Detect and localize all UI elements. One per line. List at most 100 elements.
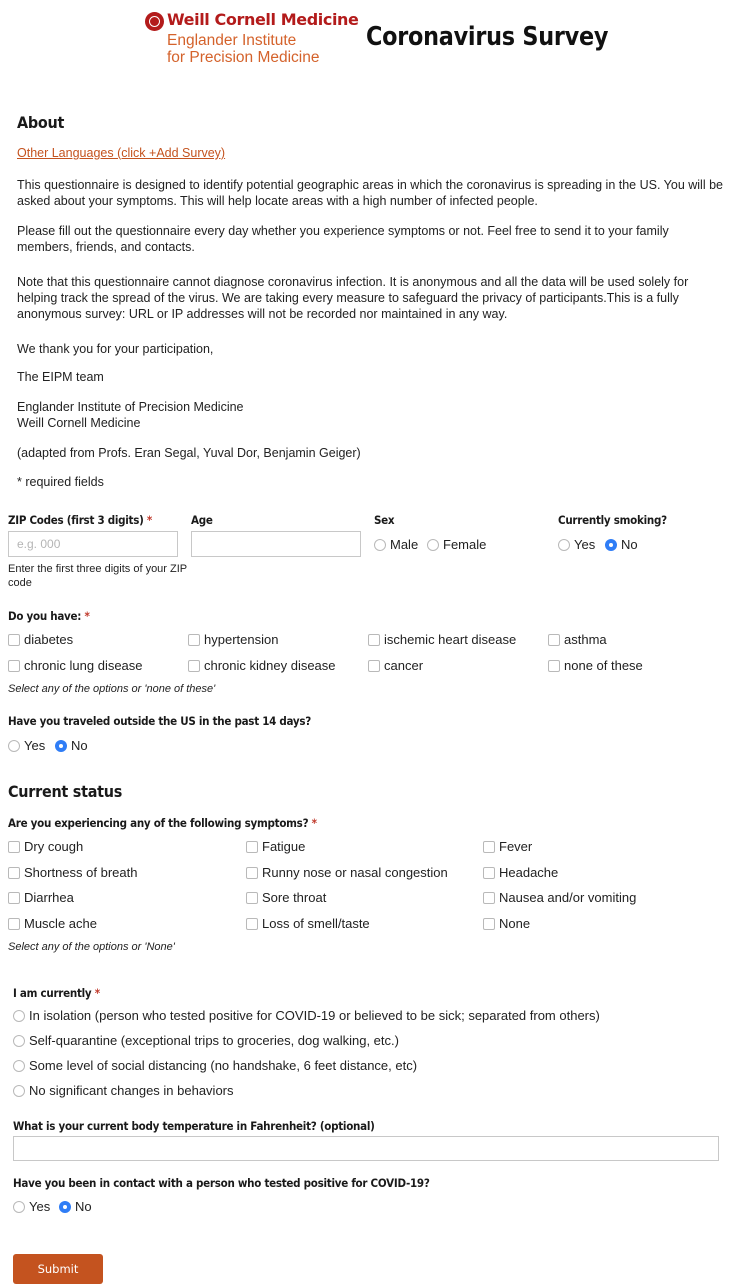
radio-icon[interactable] <box>13 1200 25 1213</box>
about-credits: (adapted from Profs. Eran Segal, Yuval D… <box>17 446 361 460</box>
checkbox-icon[interactable] <box>8 840 20 853</box>
checkbox-icon[interactable] <box>246 891 258 904</box>
radio-icon[interactable] <box>427 538 439 551</box>
zip-label: ZIP Codes (first 3 digits) * <box>8 513 153 527</box>
radio-icon[interactable] <box>13 1009 25 1022</box>
radio-icon[interactable] <box>13 1059 25 1072</box>
temperature-field[interactable] <box>13 1136 719 1161</box>
required-marker: * <box>311 816 317 830</box>
condition-asthma[interactable]: asthma <box>548 632 607 647</box>
zip-field[interactable] <box>8 531 178 557</box>
symptom-nausea[interactable]: Nausea and/or vomiting <box>483 890 636 905</box>
checkbox-icon[interactable] <box>8 866 20 879</box>
radio-selected-icon[interactable] <box>55 739 67 752</box>
smoking-option-no[interactable]: No <box>605 537 638 552</box>
condition-ischemic-heart-disease[interactable]: ischemic heart disease <box>368 632 516 647</box>
required-note: * required fields <box>17 475 104 489</box>
conditions-label: Do you have: * <box>8 609 90 623</box>
checkbox-icon[interactable] <box>548 659 560 672</box>
checkbox-icon[interactable] <box>188 659 200 672</box>
about-paragraph-2: Please fill out the questionnaire every … <box>17 224 669 254</box>
contact-label: Have you been in contact with a person w… <box>13 1176 430 1190</box>
zip-input[interactable] <box>9 532 177 556</box>
condition-cancer[interactable]: cancer <box>368 658 423 673</box>
radio-selected-icon[interactable] <box>59 1200 71 1213</box>
checkbox-icon[interactable] <box>368 633 380 646</box>
condition-none[interactable]: none of these <box>548 658 643 673</box>
about-institute: Englander Institute of Precision Medicin… <box>17 400 244 414</box>
about-team: The EIPM team <box>17 370 104 384</box>
radio-icon[interactable] <box>13 1084 25 1097</box>
checkbox-icon[interactable] <box>368 659 380 672</box>
logo-line3: for Precision Medicine <box>167 49 320 66</box>
radio-selected-icon[interactable] <box>605 538 617 551</box>
age-label: Age <box>191 513 213 527</box>
conditions-hint: Select any of the options or 'none of th… <box>8 683 216 695</box>
currently-option-social-distancing[interactable]: Some level of social distancing (no hand… <box>13 1058 417 1073</box>
currently-option-isolation[interactable]: In isolation (person who tested positive… <box>13 1008 600 1023</box>
checkbox-icon[interactable] <box>483 891 495 904</box>
checkbox-icon[interactable] <box>8 917 20 930</box>
sex-option-male[interactable]: Male <box>374 537 418 552</box>
checkbox-icon[interactable] <box>483 840 495 853</box>
temperature-input[interactable] <box>14 1137 718 1160</box>
about-org: Weill Cornell Medicine <box>17 416 141 430</box>
required-marker: * <box>146 513 153 527</box>
condition-diabetes[interactable]: diabetes <box>8 632 73 647</box>
symptom-dry-cough[interactable]: Dry cough <box>8 839 83 854</box>
other-languages-link[interactable]: Other Languages (click +Add Survey) <box>17 146 225 160</box>
contact-option-yes[interactable]: Yes <box>13 1199 50 1214</box>
required-marker: * <box>94 986 100 1000</box>
checkbox-icon[interactable] <box>8 891 20 904</box>
currently-label: I am currently * <box>13 986 100 1000</box>
logo-line1: Weill Cornell Medicine <box>167 10 359 29</box>
symptoms-label: Are you experiencing any of the followin… <box>8 816 317 830</box>
travel-option-yes[interactable]: Yes <box>8 738 45 753</box>
symptom-runny-nose[interactable]: Runny nose or nasal congestion <box>246 865 448 880</box>
page-title: Coronavirus Survey <box>366 22 609 52</box>
checkbox-icon[interactable] <box>483 866 495 879</box>
symptom-shortness-of-breath[interactable]: Shortness of breath <box>8 865 137 880</box>
symptom-fatigue[interactable]: Fatigue <box>246 839 305 854</box>
checkbox-icon[interactable] <box>188 633 200 646</box>
checkbox-icon[interactable] <box>548 633 560 646</box>
checkbox-icon[interactable] <box>246 840 258 853</box>
sex-label: Sex <box>374 513 395 527</box>
symptom-headache[interactable]: Headache <box>483 865 558 880</box>
currently-option-no-changes[interactable]: No significant changes in behaviors <box>13 1083 234 1098</box>
currently-option-self-quarantine[interactable]: Self-quarantine (exceptional trips to gr… <box>13 1033 399 1048</box>
symptom-loss-of-smell[interactable]: Loss of smell/taste <box>246 916 370 931</box>
current-status-heading: Current status <box>8 782 123 801</box>
sex-option-female[interactable]: Female <box>427 537 486 552</box>
symptom-muscle-ache[interactable]: Muscle ache <box>8 916 97 931</box>
smoking-label: Currently smoking? <box>558 513 667 527</box>
smoking-option-yes[interactable]: Yes <box>558 537 595 552</box>
about-paragraph-3: Note that this questionnaire cannot diag… <box>17 275 689 321</box>
symptom-sore-throat[interactable]: Sore throat <box>246 890 326 905</box>
checkbox-icon[interactable] <box>483 917 495 930</box>
radio-icon[interactable] <box>13 1034 25 1047</box>
about-thanks: We thank you for your participation, <box>17 342 214 356</box>
checkbox-icon[interactable] <box>8 659 20 672</box>
temperature-label: What is your current body temperature in… <box>13 1119 375 1133</box>
contact-option-no[interactable]: No <box>59 1199 92 1214</box>
condition-hypertension[interactable]: hypertension <box>188 632 278 647</box>
condition-chronic-kidney-disease[interactable]: chronic kidney disease <box>188 658 336 673</box>
checkbox-icon[interactable] <box>246 866 258 879</box>
required-marker: * <box>84 609 90 623</box>
condition-chronic-lung-disease[interactable]: chronic lung disease <box>8 658 143 673</box>
radio-icon[interactable] <box>558 538 570 551</box>
symptom-none[interactable]: None <box>483 916 530 931</box>
checkbox-icon[interactable] <box>246 917 258 930</box>
weill-cornell-seal-icon <box>145 12 164 31</box>
travel-label: Have you traveled outside the US in the … <box>8 714 312 728</box>
age-field[interactable] <box>191 531 361 557</box>
checkbox-icon[interactable] <box>8 633 20 646</box>
age-input[interactable] <box>192 532 360 556</box>
travel-option-no[interactable]: No <box>55 738 88 753</box>
submit-button[interactable]: Submit <box>13 1254 103 1284</box>
symptom-diarrhea[interactable]: Diarrhea <box>8 890 74 905</box>
radio-icon[interactable] <box>374 538 386 551</box>
radio-icon[interactable] <box>8 739 20 752</box>
symptom-fever[interactable]: Fever <box>483 839 532 854</box>
